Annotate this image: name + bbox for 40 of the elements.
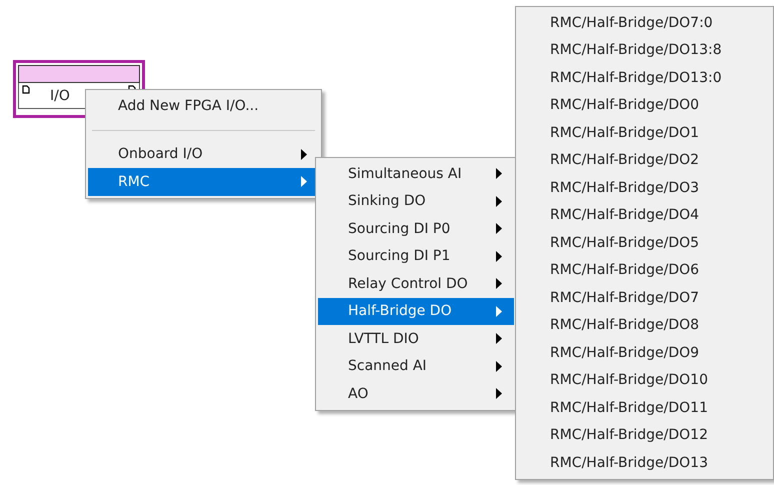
menu-item[interactable]: RMC/Half-Bridge/DO3 <box>518 174 771 202</box>
menu-item[interactable]: Scanned AI <box>318 352 514 380</box>
menu-item[interactable]: RMC/Half-Bridge/DO4 <box>518 202 771 229</box>
menu-item[interactable]: RMC/Half-Bridge/DO7:0 <box>518 9 771 36</box>
menu-item[interactable]: Onboard I/O <box>88 140 319 168</box>
menu-item[interactable]: RMC/Half-Bridge/DO2 <box>518 146 771 174</box>
menu-item[interactable]: Sourcing DI P0 <box>318 215 514 242</box>
menu-item[interactable]: RMC/Half-Bridge/DO11 <box>518 394 771 422</box>
menu-item[interactable]: RMC/Half-Bridge/DO10 <box>518 366 771 394</box>
submenu-arrow-icon <box>496 223 502 234</box>
submenu-arrow-icon <box>496 168 502 180</box>
menu-item[interactable]: RMC/Half-Bridge/DO7 <box>518 284 771 312</box>
menu-item[interactable]: RMC/Half-Bridge/DO9 <box>518 339 771 366</box>
menu-item[interactable]: Simultaneous AI <box>318 160 514 188</box>
menu-item[interactable]: RMC/Half-Bridge/DO13:0 <box>518 64 771 92</box>
submenu-arrow-icon <box>301 148 307 160</box>
menu-item[interactable]: RMC/Half-Bridge/DO12 <box>518 422 771 449</box>
menu-item[interactable]: RMC/Half-Bridge/DO1 <box>518 119 771 146</box>
menu-item[interactable]: RMC/Half-Bridge/DO0 <box>518 92 771 119</box>
menu-item[interactable]: RMC/Half-Bridge/DO6 <box>518 256 771 284</box>
submenu-arrow-icon <box>496 360 502 372</box>
menu-item[interactable]: RMC/Half-Bridge/DO13:8 <box>518 36 771 64</box>
submenu-arrow-icon <box>496 306 502 317</box>
submenu-arrow-icon <box>496 196 502 207</box>
menu-item[interactable]: RMC/Half-Bridge/DO8 <box>518 312 771 339</box>
menu-item[interactable]: Sinking DO <box>318 188 514 215</box>
submenu-arrow-icon <box>496 278 502 290</box>
node-label: I/O <box>50 88 71 104</box>
menu-item[interactable]: LVTTL DIO <box>318 325 514 352</box>
menu-item[interactable]: RMC/Half-Bridge/DO5 <box>518 229 771 256</box>
submenu-arrow-icon <box>496 388 502 400</box>
menu-item[interactable]: Half-Bridge DO <box>318 298 514 325</box>
menu-item[interactable]: RMC/Half-Bridge/DO13 <box>518 449 771 476</box>
document-icon <box>22 85 30 94</box>
submenu-arrow-icon <box>301 176 307 188</box>
submenu-arrow-icon <box>496 333 502 344</box>
submenu-arrow-icon <box>496 250 502 262</box>
menu-item[interactable]: AO <box>318 380 514 408</box>
menu-item[interactable]: Sourcing DI P1 <box>318 242 514 270</box>
menu-item[interactable]: Relay Control DO <box>318 270 514 298</box>
